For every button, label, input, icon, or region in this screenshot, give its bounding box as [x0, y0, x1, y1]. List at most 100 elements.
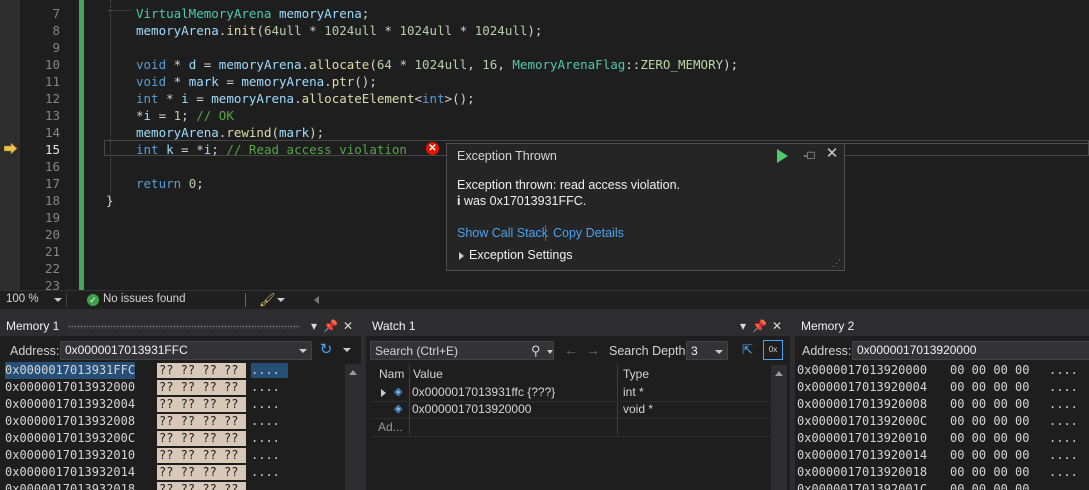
memory-row[interactable]: 0x0000017013920014 00 00 00 00....: [795, 447, 1089, 464]
memory1-header[interactable]: Memory 1 ▾ 📌 ✕: [0, 316, 361, 336]
watch-value[interactable]: 0x0000017013931ffc {???}: [412, 384, 555, 401]
code-line-11[interactable]: void * mark = memoryArena.ptr();: [136, 73, 377, 90]
memory-row[interactable]: 0x0000017013932000 ?? ?? ?? ??....: [0, 379, 345, 396]
memory-row[interactable]: 0x000001701392000C 00 00 00 00....: [795, 413, 1089, 430]
memory-bytes[interactable]: 00 00 00 00: [950, 430, 1029, 447]
zoom-dropdown-icon[interactable]: [54, 298, 62, 302]
close-icon[interactable]: ✕: [824, 146, 840, 162]
memory-bytes[interactable]: 00 00 00 00: [950, 413, 1029, 430]
watch-grid[interactable]: Nam Value Type ◈ 0x0000017013931ffc {???}…: [372, 365, 771, 490]
scroll-up-icon[interactable]: [349, 370, 357, 375]
memory-bytes[interactable]: ?? ?? ?? ??: [157, 363, 246, 378]
memory-bytes[interactable]: 00 00 00 00: [950, 481, 1029, 490]
memory-bytes[interactable]: 00 00 00 00: [950, 379, 1029, 396]
memory-ascii[interactable]: ....: [1049, 430, 1078, 447]
memory-row[interactable]: 0x0000017013920010 00 00 00 00....: [795, 430, 1089, 447]
memory-row[interactable]: 0x0000017013931FFC ?? ?? ?? ??....: [0, 362, 345, 379]
memory-row[interactable]: 0x0000017013920000 00 00 00 00....: [795, 362, 1089, 379]
code-line-18[interactable]: }: [106, 192, 114, 209]
table-row[interactable]: ◈ 0x0000017013920000 void *: [372, 401, 771, 419]
expand-arrow-icon[interactable]: [381, 389, 386, 397]
memory-ascii[interactable]: ....: [251, 431, 288, 446]
watch1-header[interactable]: Watch 1 ▾ 📌 ✕: [366, 316, 790, 336]
memory-bytes[interactable]: ?? ?? ?? ??: [157, 465, 246, 480]
code-editor[interactable]: 7 8 9 10 11 12 13 14 15 16 17 18 19 20 21 22 23 VirtualM…: [0, 0, 1089, 290]
memory-ascii[interactable]: ....: [251, 363, 288, 378]
memory-row[interactable]: 0x000001701393200C ?? ?? ?? ??....: [0, 430, 345, 447]
memory-row[interactable]: 0x0000017013920018 00 00 00 00....: [795, 464, 1089, 481]
code-line-8[interactable]: memoryArena.init(64ull * 1024ull * 1024u…: [136, 22, 542, 39]
pin-visualizer-icon[interactable]: ⇱: [742, 342, 753, 358]
memory-row[interactable]: 0x000001701392001C 00 00 00 00....: [795, 481, 1089, 490]
memory-bytes[interactable]: ?? ?? ?? ??: [157, 431, 246, 446]
table-row[interactable]: ◈ 0x0000017013931ffc {???} int *: [372, 384, 771, 402]
memory-row[interactable]: 0x0000017013932018 ?? ?? ?? ??....: [0, 481, 345, 490]
memory-row[interactable]: 0x0000017013920008 00 00 00 00....: [795, 396, 1089, 413]
chevron-down-icon[interactable]: [343, 348, 351, 352]
vertical-scrollbar[interactable]: [345, 364, 361, 490]
resize-grip-icon[interactable]: ⋰: [832, 258, 842, 268]
memory-row[interactable]: 0x0000017013920004 00 00 00 00....: [795, 379, 1089, 396]
pin-icon[interactable]: -□: [801, 148, 817, 162]
add-watch-placeholder[interactable]: Ad...: [378, 419, 403, 436]
memory-row[interactable]: 0x0000017013932014 ?? ?? ?? ??....: [0, 464, 345, 481]
search-depth-select[interactable]: 3: [686, 341, 728, 360]
column-header-type[interactable]: Type: [623, 365, 649, 383]
memory-ascii[interactable]: ....: [251, 465, 288, 480]
memory-ascii[interactable]: ....: [251, 448, 288, 463]
zoom-level[interactable]: 100 %: [6, 293, 39, 305]
pin-icon[interactable]: 📌: [752, 318, 767, 334]
memory-ascii[interactable]: ....: [251, 482, 288, 490]
memory-bytes[interactable]: 00 00 00 00: [950, 362, 1029, 379]
memory-bytes[interactable]: ?? ?? ?? ??: [157, 380, 246, 395]
code-line-7[interactable]: VirtualMemoryArena memoryArena;: [136, 5, 369, 22]
memory-bytes[interactable]: 00 00 00 00: [950, 447, 1029, 464]
show-call-stack-link[interactable]: Show Call Stack: [457, 226, 548, 240]
address-input[interactable]: 0x0000017013920000: [852, 341, 1089, 360]
error-icon[interactable]: ✕: [426, 142, 439, 155]
code-cleanup-brush-icon[interactable]: 🖌: [259, 292, 276, 308]
vertical-scrollbar[interactable]: [771, 365, 787, 490]
memory-bytes[interactable]: ?? ?? ?? ??: [157, 414, 246, 429]
address-input[interactable]: 0x0000017013931FFC: [60, 341, 312, 360]
memory2-header[interactable]: Memory 2: [795, 316, 1089, 336]
chevron-down-icon[interactable]: [715, 350, 723, 354]
code-line-17[interactable]: return 0;: [136, 175, 204, 192]
memory-ascii[interactable]: ....: [1049, 379, 1078, 396]
reevaluate-refresh-icon[interactable]: ↻: [317, 341, 335, 359]
memory-ascii[interactable]: ....: [251, 414, 288, 429]
window-position-dropdown-icon[interactable]: ▾: [736, 318, 750, 334]
column-header-value[interactable]: Value: [413, 365, 443, 383]
watch-value[interactable]: 0x0000017013920000: [412, 401, 531, 418]
memory-bytes[interactable]: 00 00 00 00: [950, 396, 1029, 413]
chevron-down-icon[interactable]: [299, 349, 307, 353]
column-header-name[interactable]: Nam: [379, 365, 404, 383]
search-icon[interactable]: ⚲: [531, 343, 541, 359]
continue-play-icon[interactable]: [777, 149, 788, 163]
memory-ascii[interactable]: ....: [251, 380, 288, 395]
memory-ascii[interactable]: ....: [1049, 362, 1078, 379]
memory-ascii[interactable]: ....: [1049, 464, 1078, 481]
code-line-12[interactable]: int * i = memoryArena.allocateElement<in…: [136, 90, 475, 107]
memory-bytes[interactable]: 00 00 00 00: [950, 464, 1029, 481]
search-back-arrow-icon[interactable]: ←: [564, 342, 578, 358]
code-line-13[interactable]: *i = 1; // OK: [136, 107, 234, 124]
memory-ascii[interactable]: ....: [251, 397, 288, 412]
chevron-down-icon[interactable]: [547, 350, 553, 354]
expand-arrow-icon[interactable]: [459, 252, 464, 260]
code-cleanup-dropdown-icon[interactable]: [277, 298, 285, 302]
memory-ascii[interactable]: ....: [1049, 481, 1078, 490]
code-line-10[interactable]: void * d = memoryArena.allocate(64 * 102…: [136, 56, 738, 73]
issues-status[interactable]: No issues found: [103, 293, 185, 305]
exception-settings-toggle[interactable]: Exception Settings: [469, 248, 573, 262]
memory-ascii[interactable]: ....: [1049, 413, 1078, 430]
scroll-left-icon[interactable]: [314, 296, 319, 304]
memory-ascii[interactable]: ....: [1049, 396, 1078, 413]
memory-bytes[interactable]: ?? ?? ?? ??: [157, 397, 246, 412]
memory-bytes[interactable]: ?? ?? ?? ??: [157, 448, 246, 463]
drag-grip[interactable]: [68, 325, 300, 329]
memory-row[interactable]: 0x0000017013932010 ?? ?? ?? ??....: [0, 447, 345, 464]
scroll-up-icon[interactable]: [775, 371, 783, 376]
close-icon[interactable]: ✕: [770, 318, 784, 334]
window-position-dropdown-icon[interactable]: ▾: [307, 318, 321, 334]
